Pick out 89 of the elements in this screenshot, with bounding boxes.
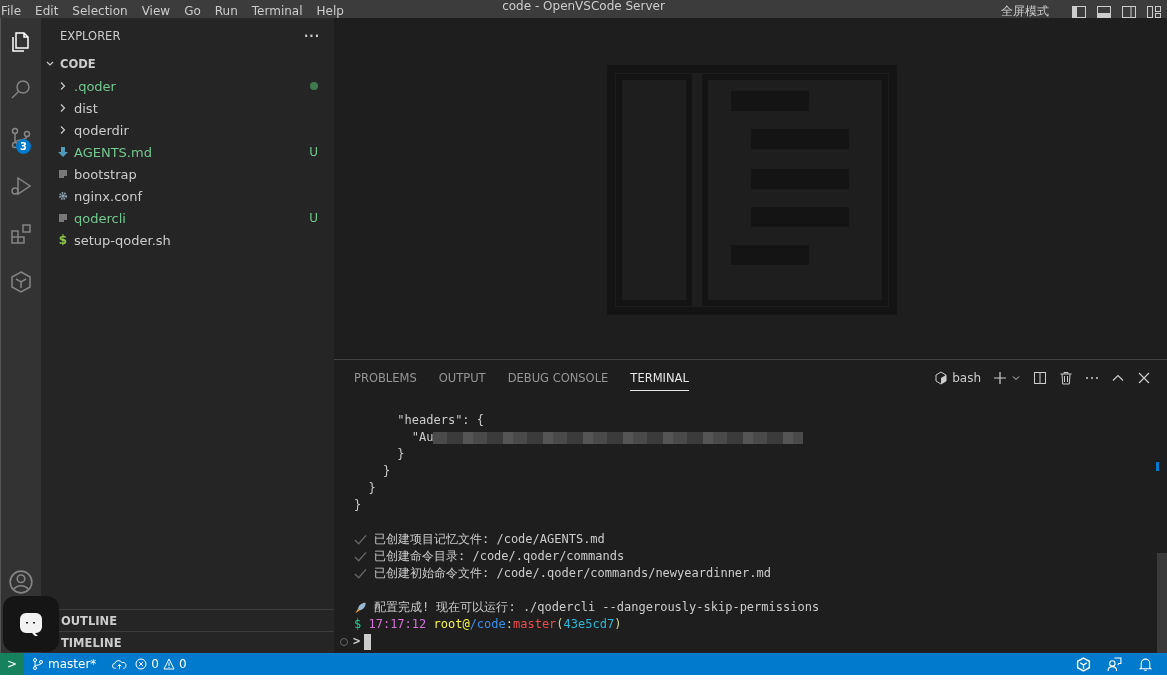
menu-item[interactable]: Edit (28, 5, 66, 18)
qoder-icon[interactable] (9, 270, 33, 294)
bell-icon[interactable] (1138, 656, 1153, 672)
panel-tab[interactable]: PROBLEMS (354, 364, 417, 391)
terminal-line: 已创建项目记忆文件: /code/AGENTS.md (374, 531, 605, 548)
close-icon[interactable] (1137, 370, 1151, 385)
scrollbar[interactable] (1157, 553, 1167, 653)
rocket-icon (354, 601, 367, 614)
terminal-name[interactable]: bash (952, 370, 981, 385)
git-status-label: U (309, 145, 318, 159)
problems-status[interactable]: 0 0 (135, 657, 187, 671)
menu-item[interactable]: View (134, 5, 178, 18)
file-name: .qoder (74, 78, 116, 94)
layout-grid-icon[interactable] (1147, 6, 1161, 18)
text-file-icon (58, 169, 68, 179)
markdown-file-icon (58, 147, 68, 157)
warning-count: 0 (178, 657, 187, 671)
menu-item[interactable]: Terminal (244, 5, 310, 18)
menu-item[interactable]: Run (207, 5, 245, 18)
file-tree-item[interactable]: AGENTS.md U (41, 141, 334, 163)
more-actions-button[interactable]: ··· (303, 28, 320, 43)
file-name: qoderdir (74, 122, 129, 138)
scroll-marker (1156, 462, 1159, 471)
panel-tab[interactable]: DEBUG CONSOLE (507, 364, 609, 391)
warning-icon (162, 658, 175, 670)
input-prompt: > (353, 633, 361, 650)
menu-item[interactable]: Help (309, 5, 351, 18)
explorer-title: EXPLORER (60, 28, 121, 43)
toggle-panel-icon[interactable] (1097, 6, 1111, 18)
remote-indicator[interactable]: > (0, 653, 24, 675)
terminal-profile-icon (934, 370, 949, 385)
file-name: nginx.conf (74, 188, 143, 204)
file-tree-item[interactable]: qodercli U (41, 207, 334, 229)
shell-file-icon: $ (58, 233, 68, 247)
file-tree-item[interactable]: bootstrap (41, 163, 334, 185)
error-count: 0 (151, 657, 159, 671)
toggle-sidebar-icon[interactable] (1072, 6, 1086, 18)
gear-icon (58, 191, 68, 201)
qoder-icon[interactable] (1076, 656, 1091, 672)
notification-badge: 3 (16, 139, 31, 154)
extensions-icon[interactable] (9, 222, 33, 246)
branch-name: master* (48, 657, 97, 671)
file-name: bootstrap (74, 166, 137, 182)
terminal-line: "headers": { (396, 412, 485, 429)
run-debug-icon[interactable] (9, 174, 33, 198)
terminal-line: 已创建初始命令文件: /code/.qoder/commands/newyeardinner.md (374, 565, 771, 582)
checkmark-icon (354, 550, 367, 563)
terminal-line: 已创建命令目录: /code/.qoder/commands (374, 548, 625, 565)
account-icon[interactable] (8, 569, 34, 595)
split-terminal-icon[interactable] (1033, 370, 1047, 385)
checkmark-icon (354, 567, 367, 580)
file-tree-item[interactable]: qoderdir (41, 119, 334, 141)
checkmark-icon (354, 533, 367, 546)
file-tree-item[interactable]: nginx.conf (41, 185, 334, 207)
file-tree-item[interactable]: .qoder (41, 75, 334, 97)
file-name: dist (74, 100, 98, 116)
chat-button[interactable] (3, 596, 59, 652)
fullscreen-label[interactable]: 全屏模式 (1001, 5, 1049, 18)
menu-item[interactable]: Go (177, 5, 208, 18)
file-tree-item[interactable]: $ setup-qoder.sh (41, 229, 334, 251)
panel-tab[interactable]: OUTPUT (438, 364, 486, 391)
terminal-line: } (354, 497, 362, 514)
menu-item[interactable]: Selection (65, 5, 135, 18)
terminal-line: "Au (410, 429, 434, 446)
add-icon[interactable] (993, 370, 1007, 385)
file-name: setup-qoder.sh (74, 232, 171, 248)
window-title: code - OpenVSCode Server (502, 0, 665, 13)
branch-status[interactable]: master* (32, 657, 97, 671)
git-status-label: U (309, 211, 318, 225)
section-title[interactable]: OUTLINE (61, 613, 118, 628)
file-tree-item[interactable]: dist (41, 97, 334, 119)
folder-title[interactable]: CODE (60, 57, 96, 71)
trash-icon[interactable] (1059, 370, 1073, 385)
panel-tab[interactable]: TERMINAL (630, 364, 689, 391)
terminal-prompt: $ 17:17:12 root@/code:master(43e5cd7) (354, 616, 622, 633)
terminal-line: } (367, 480, 376, 497)
branch-icon (32, 658, 44, 670)
layout-columns-icon[interactable] (1122, 6, 1136, 18)
file-name: qodercli (74, 210, 126, 226)
text-cursor (364, 633, 372, 650)
error-icon (135, 658, 148, 670)
terminal-line: } (381, 463, 391, 480)
file-name: AGENTS.md (74, 144, 152, 160)
text-file-icon (58, 213, 68, 223)
menu-item[interactable]: File (0, 5, 29, 18)
terminal-line: 配置完成! 现在可以运行: ./qodercli --dangerously-skip-permissions (374, 599, 820, 616)
section-title[interactable]: TIMELINE (61, 635, 122, 650)
terminal-line: } (396, 446, 405, 463)
feedback-icon[interactable] (1107, 656, 1122, 672)
